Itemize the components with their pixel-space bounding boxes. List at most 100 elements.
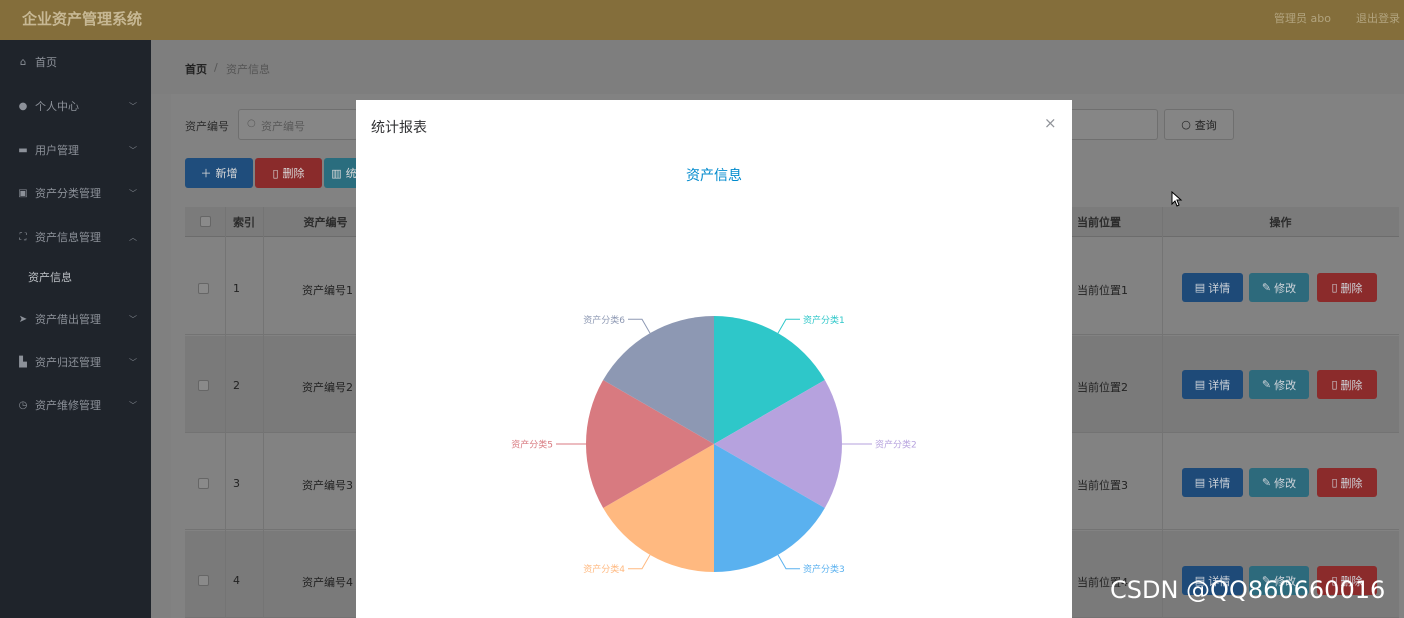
- sidebar-item-home[interactable]: ⌂ 首页: [0, 47, 151, 77]
- chat-icon: ▬: [18, 144, 28, 156]
- row-checkbox[interactable]: [198, 478, 209, 489]
- edit-icon: ✎: [1261, 281, 1272, 294]
- row-location: 当前位置2: [1077, 381, 1128, 394]
- sidebar-item-asset-return[interactable]: ▙ 资产归还管理 ﹀: [0, 347, 151, 377]
- search-icon: ○: [247, 118, 256, 129]
- mouse-cursor-icon: [1171, 191, 1183, 207]
- row-checkbox[interactable]: [198, 380, 209, 391]
- search-input-secondary[interactable]: [1072, 109, 1158, 140]
- batch-delete-label: 删除: [282, 167, 305, 180]
- edit-icon: ✎: [1261, 378, 1272, 391]
- detail-label: 详情: [1208, 378, 1231, 392]
- document-icon: ▤: [1194, 378, 1206, 391]
- watermark: CSDN @QQ860660016: [1110, 576, 1386, 604]
- select-all-checkbox[interactable]: [199, 216, 211, 227]
- current-user: 管理员 abo: [1274, 12, 1331, 25]
- row-checkbox[interactable]: [198, 575, 209, 586]
- sidebar-item-label: 首页: [35, 56, 57, 69]
- row-location: 当前位置1: [1077, 284, 1128, 297]
- detail-button[interactable]: ▤ 详情: [1182, 273, 1243, 302]
- sidebar-item-label: 用户管理: [35, 144, 79, 157]
- pie-label-line-3: [777, 554, 800, 570]
- row-code: 资产编号3: [302, 479, 353, 492]
- chevron-down-icon: ﹀: [129, 314, 137, 324]
- sidebar-item-profile[interactable]: ● 个人中心 ﹀: [0, 91, 151, 121]
- row-index: 4: [233, 574, 240, 587]
- delete-label: 删除: [1340, 281, 1363, 295]
- select-all-header: [185, 207, 225, 237]
- delete-button[interactable]: ▯ 删除: [1317, 468, 1377, 497]
- sidebar-item-label: 资产分类管理: [35, 187, 101, 200]
- sidebar-item-label: 资产归还管理: [35, 356, 101, 369]
- delete-label: 删除: [1340, 378, 1363, 392]
- row-location: 当前位置3: [1077, 479, 1128, 492]
- edit-label: 修改: [1274, 378, 1297, 392]
- sidebar-item-asset-info-mgmt[interactable]: ⛶ 资产信息管理 ︿: [0, 222, 151, 252]
- document-icon: ▤: [1194, 281, 1206, 294]
- pie-label-2: 资产分类2: [875, 439, 917, 451]
- trash-icon: ▯: [272, 166, 279, 180]
- breadcrumb: 首页 / 资产信息: [151, 40, 1404, 94]
- search-label: 资产编号: [185, 120, 229, 133]
- search-placeholder: 资产编号: [261, 120, 305, 133]
- trash-icon: ▯: [1331, 378, 1338, 391]
- logout-link[interactable]: 退出登录: [1356, 10, 1400, 26]
- row-index: 3: [233, 477, 240, 490]
- detail-label: 详情: [1208, 281, 1231, 295]
- sidebar-item-asset-lending[interactable]: ➤ 资产借出管理 ﹀: [0, 304, 151, 334]
- column-divider: [263, 207, 264, 618]
- breadcrumb-home[interactable]: 首页: [185, 61, 207, 77]
- trash-icon: ▯: [1331, 281, 1338, 294]
- row-checkbox[interactable]: [198, 283, 209, 294]
- search-icon: ○: [1181, 118, 1191, 131]
- sidebar-item-users[interactable]: ▬ 用户管理 ﹀: [0, 135, 151, 165]
- edit-label: 修改: [1274, 476, 1297, 490]
- edit-icon: ✎: [1261, 476, 1272, 489]
- pie-label-line-4: [628, 554, 651, 570]
- chevron-down-icon: ﹀: [129, 400, 137, 410]
- send-icon: ➤: [18, 313, 28, 325]
- query-button[interactable]: ○ 查询: [1164, 109, 1234, 140]
- truck-icon: ▙: [19, 356, 27, 368]
- sidebar-subitem-asset-info[interactable]: 资产信息: [28, 269, 72, 285]
- chevron-down-icon: ﹀: [129, 101, 137, 111]
- add-button-label: 新增: [215, 167, 238, 180]
- row-code: 资产编号4: [302, 576, 353, 589]
- header-location: 当前位置: [1072, 207, 1162, 237]
- user-icon: ●: [18, 100, 28, 112]
- home-icon: ⌂: [19, 56, 27, 68]
- chart-title: 资产信息: [686, 167, 742, 184]
- edit-button[interactable]: ✎ 修改: [1249, 273, 1309, 302]
- add-button[interactable]: ＋ 新增: [185, 158, 253, 188]
- detail-button[interactable]: ▤ 详情: [1182, 468, 1243, 497]
- sidebar-item-label: 资产信息管理: [35, 231, 101, 244]
- row-index: 1: [233, 282, 240, 295]
- sidebar-item-label: 个人中心: [35, 100, 79, 113]
- row-index: 2: [233, 379, 240, 392]
- edit-button[interactable]: ✎ 修改: [1249, 370, 1309, 399]
- header-index: 索引: [225, 207, 263, 237]
- row-code: 资产编号2: [302, 381, 353, 394]
- delete-button[interactable]: ▯ 删除: [1317, 273, 1377, 302]
- chevron-down-icon: ﹀: [129, 357, 137, 367]
- sidebar-item-asset-category[interactable]: ▣ 资产分类管理 ﹀: [0, 178, 151, 208]
- plus-icon: ＋: [200, 167, 212, 180]
- pie-label-line-1: [777, 318, 800, 334]
- row-code: 资产编号1: [302, 284, 353, 297]
- pie-chart: 资产信息 资产分类1 资产分类2 资产分类3 资产分类4 资产分类5 资产分类6: [511, 167, 917, 575]
- delete-label: 删除: [1340, 476, 1363, 490]
- sidebar-item-asset-repair[interactable]: ◷ 资产维修管理 ﹀: [0, 390, 151, 420]
- breadcrumb-current: 资产信息: [226, 63, 270, 76]
- sidebar: ⌂ 首页 ● 个人中心 ﹀ ▬ 用户管理 ﹀ ▣ 资产分类管理 ﹀ ⛶ 资产信息…: [0, 40, 151, 618]
- batch-delete-button[interactable]: ▯ 删除: [255, 158, 322, 188]
- trash-icon: ▯: [1331, 476, 1338, 489]
- sidebar-item-label: 资产维修管理: [35, 399, 101, 412]
- search-input[interactable]: ○ 资产编号: [238, 109, 358, 140]
- edit-button[interactable]: ✎ 修改: [1249, 468, 1309, 497]
- fullscreen-icon: ⛶: [19, 231, 27, 243]
- sidebar-item-label: 资产借出管理: [35, 313, 101, 326]
- pie-label-5: 资产分类5: [511, 439, 553, 451]
- top-bar: 企业资产管理系统 管理员 abo 退出登录: [0, 0, 1404, 40]
- detail-button[interactable]: ▤ 详情: [1182, 370, 1243, 399]
- delete-button[interactable]: ▯ 删除: [1317, 370, 1377, 399]
